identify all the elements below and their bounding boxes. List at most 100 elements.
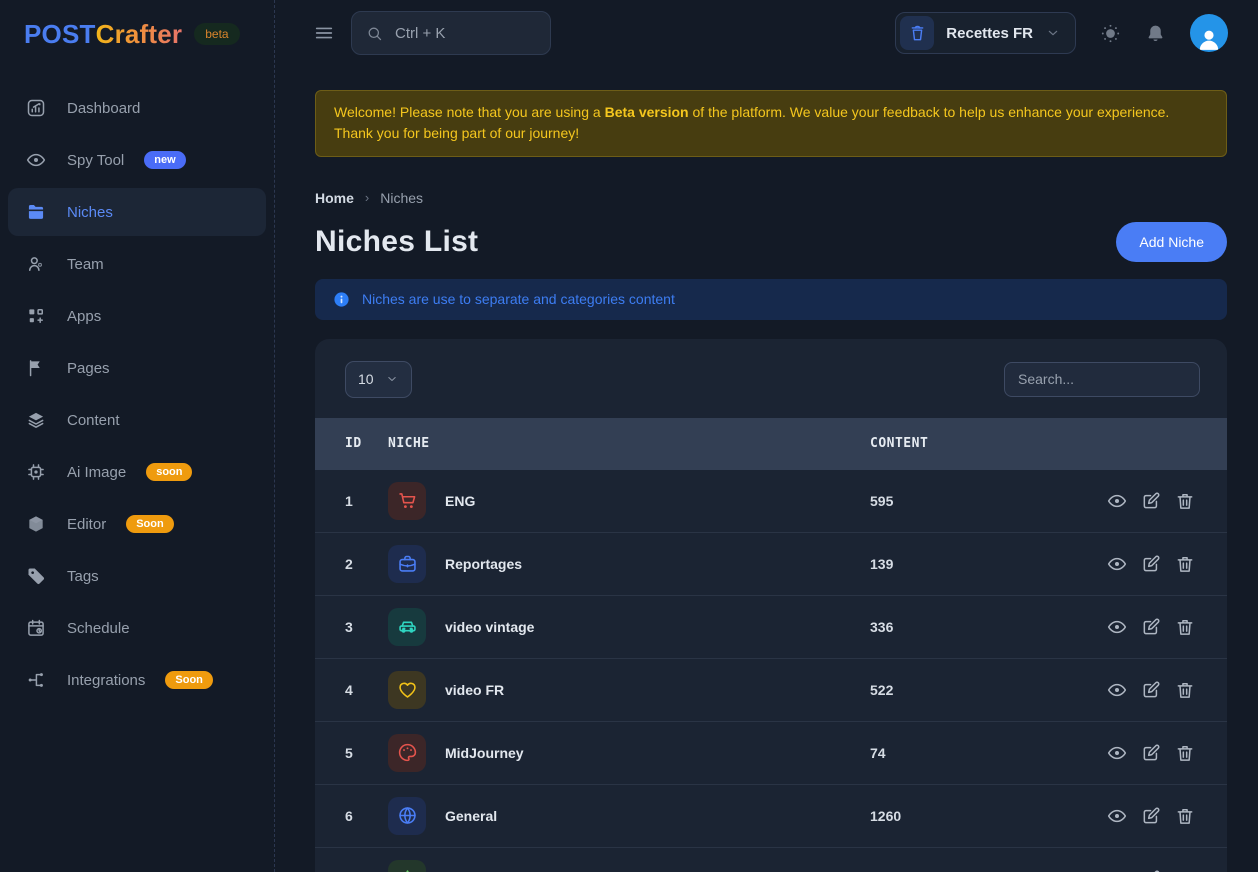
- sidebar-item-spy-tool[interactable]: Spy Tool new: [8, 136, 266, 184]
- global-search-input[interactable]: [393, 24, 536, 43]
- edit-button[interactable]: [1141, 680, 1161, 700]
- menu-toggle-icon[interactable]: [313, 22, 335, 44]
- sidebar-item-ai-image[interactable]: Ai Image soon: [8, 448, 266, 496]
- view-button[interactable]: [1107, 680, 1127, 700]
- content-count: 336: [870, 619, 1075, 635]
- breadcrumb-current: Niches: [380, 190, 423, 206]
- chevron-down-icon: [385, 372, 399, 386]
- table-row: 4 video FR 522: [315, 659, 1227, 722]
- palette-icon: [388, 734, 426, 772]
- sidebar-item-content[interactable]: Content: [8, 396, 266, 444]
- delete-button[interactable]: [1175, 617, 1195, 637]
- niche-cell: Vintage: [388, 860, 870, 872]
- niche-cell: video FR: [388, 671, 870, 709]
- view-button[interactable]: [1107, 743, 1127, 763]
- layers-icon: [25, 409, 47, 431]
- delete-button[interactable]: [1175, 743, 1195, 763]
- sidebar-item-apps[interactable]: Apps: [8, 292, 266, 340]
- sidebar-item-badge: soon: [146, 463, 192, 481]
- sidebar-item-dashboard[interactable]: Dashboard: [8, 84, 266, 132]
- topbar-right: Recettes FR: [895, 12, 1228, 54]
- briefcase-icon: [388, 545, 426, 583]
- tag-icon: [25, 565, 47, 587]
- content-count: 595: [870, 493, 1075, 509]
- theme-toggle-sun-icon[interactable]: [1100, 23, 1121, 44]
- logo-crafter: Crafter: [96, 19, 183, 49]
- delete-button[interactable]: [1175, 680, 1195, 700]
- niche-name: Reportages: [445, 556, 522, 572]
- table-row: 6 General 1260: [315, 785, 1227, 848]
- row-actions: [1075, 743, 1195, 763]
- niche-cell: Reportages: [388, 545, 870, 583]
- view-button[interactable]: [1107, 554, 1127, 574]
- car-icon: [388, 608, 426, 646]
- page-size-select[interactable]: 10: [345, 361, 412, 398]
- sidebar-item-badge: Soon: [165, 671, 213, 689]
- chevron-down-icon: [1045, 25, 1061, 41]
- delete-button[interactable]: [1175, 554, 1195, 574]
- table-search-input[interactable]: [1004, 362, 1200, 397]
- niche-cell: video vintage: [388, 608, 870, 646]
- column-header-id: ID: [345, 436, 388, 451]
- delete-button[interactable]: [1175, 869, 1195, 872]
- notifications-bell-icon[interactable]: [1145, 23, 1166, 44]
- delete-button[interactable]: [1175, 491, 1195, 511]
- content-count: 522: [870, 682, 1075, 698]
- row-id: 6: [345, 808, 388, 824]
- row-id: 5: [345, 745, 388, 761]
- view-button[interactable]: [1107, 869, 1127, 872]
- heart-icon: [388, 671, 426, 709]
- view-button[interactable]: [1107, 617, 1127, 637]
- row-actions: [1075, 554, 1195, 574]
- table-row: 2 Reportages 139: [315, 533, 1227, 596]
- sidebar-item-niches[interactable]: Niches: [8, 188, 266, 236]
- column-header-content: CONTENT: [870, 436, 1075, 451]
- user-avatar[interactable]: [1190, 14, 1228, 52]
- edit-button[interactable]: [1141, 617, 1161, 637]
- sidebar-item-integrations[interactable]: Integrations Soon: [8, 656, 266, 704]
- sidebar-item-label: Dashboard: [67, 100, 140, 117]
- beta-badge: beta: [194, 23, 239, 45]
- table-controls: 10: [315, 361, 1227, 418]
- view-button[interactable]: [1107, 806, 1127, 826]
- info-icon: [333, 291, 350, 308]
- table-body: 1 ENG 595 2 Reportages 139 3 video vinta…: [315, 470, 1227, 872]
- sidebar-item-team[interactable]: Team: [8, 240, 266, 288]
- sidebar-item-label: Apps: [67, 308, 101, 325]
- global-search[interactable]: [351, 11, 551, 55]
- flag-icon: [25, 357, 47, 379]
- edit-button[interactable]: [1141, 491, 1161, 511]
- delete-button[interactable]: [1175, 806, 1195, 826]
- niche-cell: ENG: [388, 482, 870, 520]
- row-actions: [1075, 806, 1195, 826]
- edit-button[interactable]: [1141, 554, 1161, 574]
- sidebar-item-pages[interactable]: Pages: [8, 344, 266, 392]
- sidebar-item-label: Team: [67, 256, 104, 273]
- sidebar-item-schedule[interactable]: Schedule: [8, 604, 266, 652]
- edit-button[interactable]: [1141, 869, 1161, 872]
- edit-button[interactable]: [1141, 806, 1161, 826]
- sidebar-item-badge: new: [144, 151, 185, 169]
- integration-icon: [25, 669, 47, 691]
- user-plus-icon: [25, 253, 47, 275]
- sidebar-item-label: Content: [67, 412, 120, 429]
- row-actions: [1075, 869, 1195, 872]
- app-logo: POSTCrafter: [24, 19, 182, 50]
- workspace-cup-icon: [900, 16, 934, 50]
- breadcrumb-home[interactable]: Home: [315, 190, 354, 206]
- workspace-selector[interactable]: Recettes FR: [895, 12, 1076, 54]
- sidebar-item-editor[interactable]: Editor Soon: [8, 500, 266, 548]
- chart-icon: [25, 97, 47, 119]
- logo-post: POST: [24, 19, 96, 49]
- eye-icon: [25, 149, 47, 171]
- table-row: 1 ENG 595: [315, 470, 1227, 533]
- sidebar-item-tags[interactable]: Tags: [8, 552, 266, 600]
- content-count: 139: [870, 556, 1075, 572]
- add-niche-button[interactable]: Add Niche: [1116, 222, 1227, 262]
- sidebar-item-label: Ai Image: [67, 464, 126, 481]
- edit-button[interactable]: [1141, 743, 1161, 763]
- page-size-value: 10: [358, 371, 374, 387]
- info-alert-text: Niches are use to separate and categorie…: [362, 291, 675, 307]
- view-button[interactable]: [1107, 491, 1127, 511]
- page-content: Welcome! Please note that you are using …: [275, 66, 1258, 872]
